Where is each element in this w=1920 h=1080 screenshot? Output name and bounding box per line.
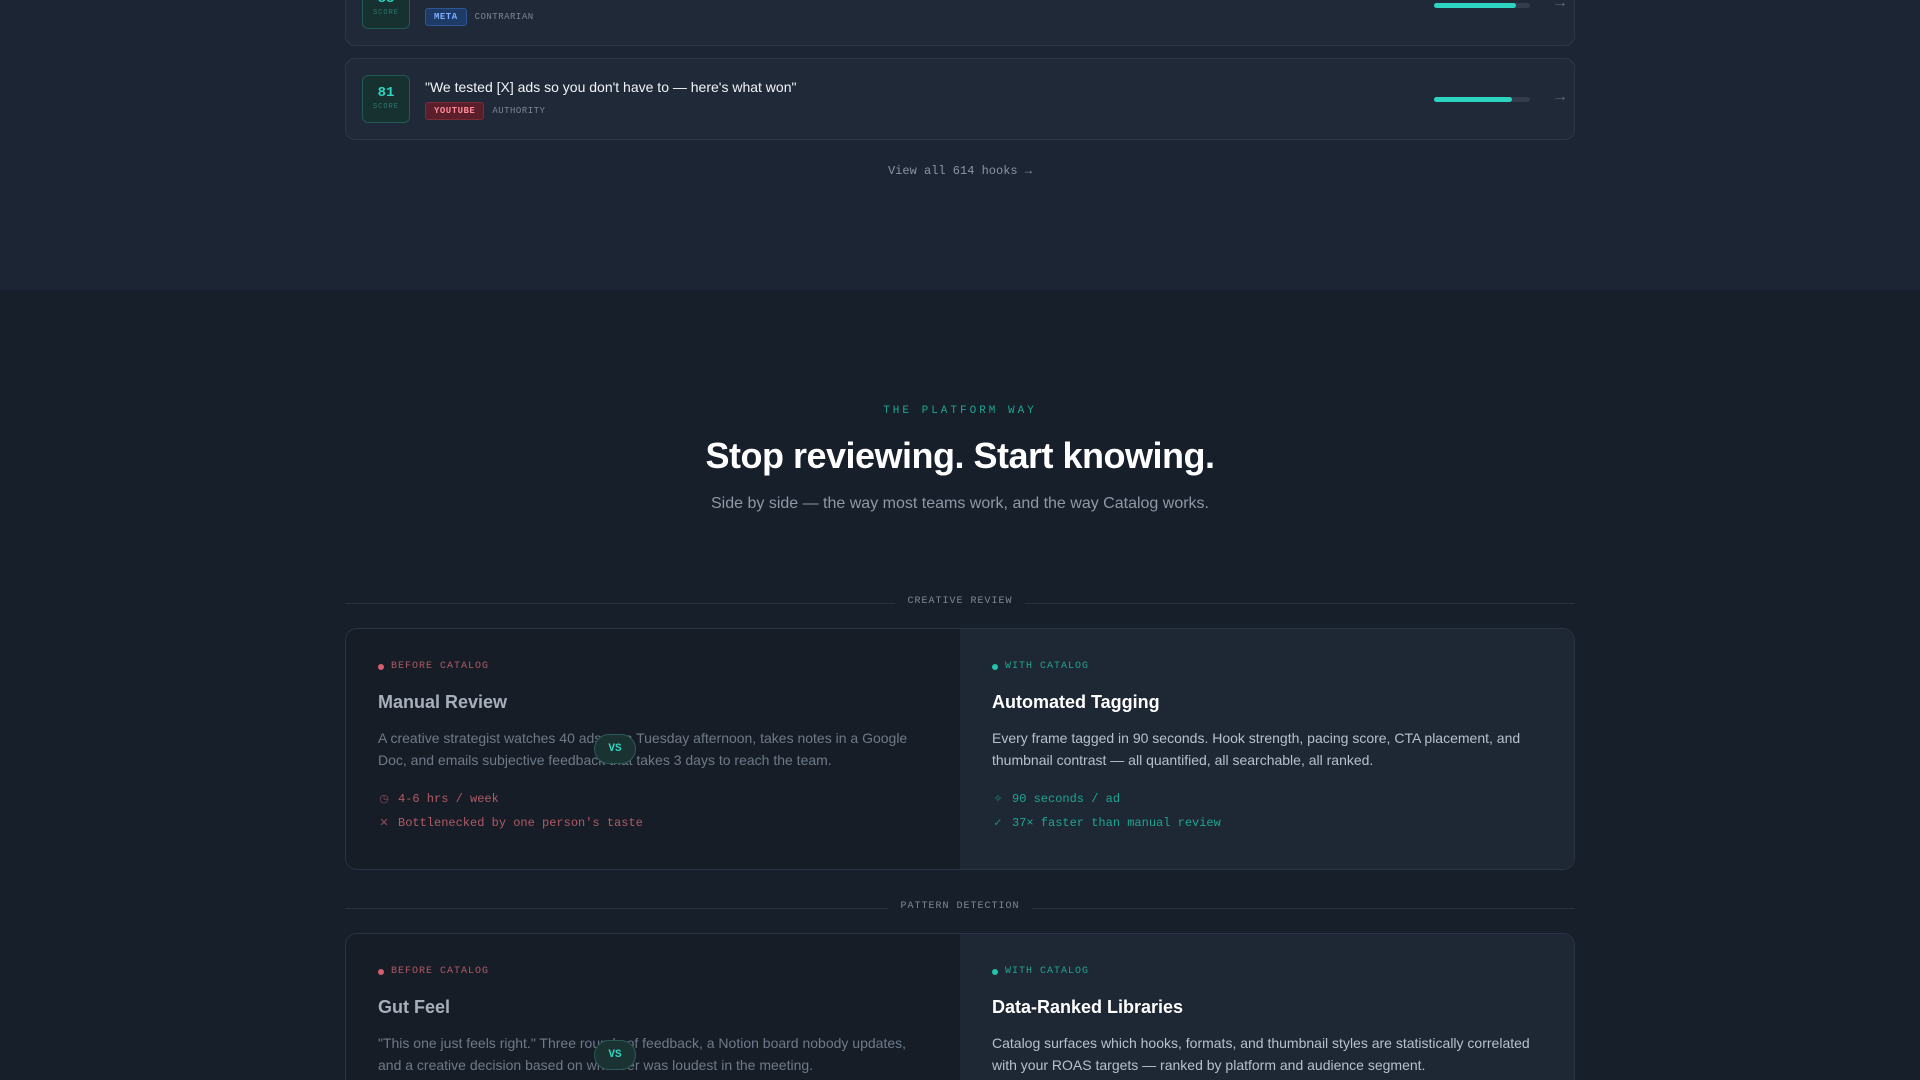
divider-label: CREATIVE REVIEW: [895, 596, 1025, 607]
platform-tag: META: [425, 8, 467, 26]
status-dot: [992, 968, 998, 975]
hooks-section: 88 SCORE META CONTRARIAN → 81 SCORE "We …: [0, 0, 1920, 290]
before-tag: BEFORE CATALOG: [378, 966, 928, 977]
strength-bar: [1434, 97, 1530, 102]
score-badge: 81 SCORE: [362, 75, 410, 123]
sparkle-icon: ✧: [993, 794, 1003, 806]
before-title: Manual Review: [378, 692, 508, 712]
before-title: Gut Feel: [378, 997, 451, 1017]
x-icon: ✕: [379, 818, 389, 830]
after-column: WITH CATALOG Data-Ranked Libraries Catal…: [960, 934, 1574, 1080]
angle-label: CONTRARIAN: [474, 12, 534, 22]
before-description: "This one just feels right." Three round…: [378, 1035, 907, 1073]
vs-badge: VS: [594, 734, 636, 764]
view-all-hooks-link[interactable]: View all 614 hooks →: [0, 164, 1920, 178]
status-dot: [378, 968, 384, 975]
stat-text: 37× faster than manual review: [1012, 816, 1221, 830]
stat-item: ✕ Bottlenecked by one person's taste: [378, 811, 928, 835]
stat-item: ✓ 37× faster than manual review: [992, 811, 1530, 835]
section-divider: CREATIVE REVIEW: [345, 596, 1575, 610]
strength-bar: [1434, 3, 1530, 8]
arrow-right-icon[interactable]: →: [1552, 88, 1568, 106]
arrow-right-icon[interactable]: →: [1552, 0, 1568, 12]
section-subhead: Side by side — the way most teams work, …: [711, 495, 1209, 512]
score-value: 88: [363, 0, 409, 7]
hook-card[interactable]: 88 SCORE META CONTRARIAN →: [345, 0, 1575, 46]
hook-card[interactable]: 81 SCORE "We tested [X] ads so you don't…: [345, 58, 1575, 140]
hook-tags: META CONTRARIAN: [425, 8, 534, 26]
strength-bar-fill: [1434, 3, 1516, 8]
angle-label: AUTHORITY: [492, 106, 546, 116]
score-label: SCORE: [372, 9, 399, 17]
hook-title: "We tested [X] ads so you don't have to …: [425, 79, 797, 95]
stat-text: 90 seconds / ad: [1012, 792, 1121, 806]
before-tag-label: BEFORE CATALOG: [391, 661, 490, 672]
after-title: Data-Ranked Libraries: [992, 997, 1184, 1017]
stat-item: ◷ 4-6 hrs / week: [378, 787, 928, 811]
divider-label: PATTERN DETECTION: [888, 901, 1032, 912]
before-tag: BEFORE CATALOG: [378, 661, 928, 672]
stat-text: Bottlenecked by one person's taste: [398, 816, 643, 830]
before-column: BEFORE CATALOG Manual Review A creative …: [346, 629, 960, 869]
stat-item: ✧ 90 seconds / ad: [992, 787, 1530, 811]
after-tag: WITH CATALOG: [992, 661, 1530, 672]
comparison-card: BEFORE CATALOG Gut Feel "This one just f…: [345, 933, 1575, 1080]
platform-section: THE PLATFORM WAY Stop reviewing. Start k…: [0, 290, 1920, 1080]
vs-badge: VS: [594, 1040, 636, 1070]
clock-icon: ◷: [379, 794, 389, 806]
stat-text: 4-6 hrs / week: [398, 792, 499, 806]
before-tag-label: BEFORE CATALOG: [391, 966, 490, 977]
after-tag-label: WITH CATALOG: [1005, 966, 1090, 977]
status-dot: [378, 663, 384, 670]
platform-tag: YOUTUBE: [425, 102, 485, 120]
before-description: A creative strategist watches 40 ads on …: [378, 730, 908, 768]
hook-tags: YOUTUBE AUTHORITY: [425, 102, 545, 120]
section-headline: Stop reviewing. Start knowing.: [705, 435, 1215, 476]
before-column: BEFORE CATALOG Gut Feel "This one just f…: [346, 934, 960, 1080]
score-badge: 88 SCORE: [362, 0, 410, 29]
strength-bar-fill: [1434, 97, 1512, 102]
status-dot: [992, 663, 998, 670]
after-column: WITH CATALOG Automated Tagging Every fra…: [960, 629, 1574, 869]
after-stats: ✧ 90 seconds / ad ✓ 37× faster than manu…: [992, 787, 1530, 835]
score-label: SCORE: [372, 103, 399, 111]
check-icon: ✓: [993, 818, 1003, 830]
after-title: Automated Tagging: [992, 692, 1160, 712]
after-tag: WITH CATALOG: [992, 966, 1530, 977]
section-divider: PATTERN DETECTION: [345, 901, 1575, 915]
section-eyebrow: THE PLATFORM WAY: [883, 405, 1037, 417]
score-value: 81: [377, 85, 395, 101]
before-stats: ◷ 4-6 hrs / week ✕ Bottlenecked by one p…: [378, 787, 928, 835]
after-description: Every frame tagged in 90 seconds. Hook s…: [992, 730, 1521, 768]
after-tag-label: WITH CATALOG: [1005, 661, 1090, 672]
comparison-card: BEFORE CATALOG Manual Review A creative …: [345, 628, 1575, 870]
after-description: Catalog surfaces which hooks, formats, a…: [992, 1035, 1530, 1073]
